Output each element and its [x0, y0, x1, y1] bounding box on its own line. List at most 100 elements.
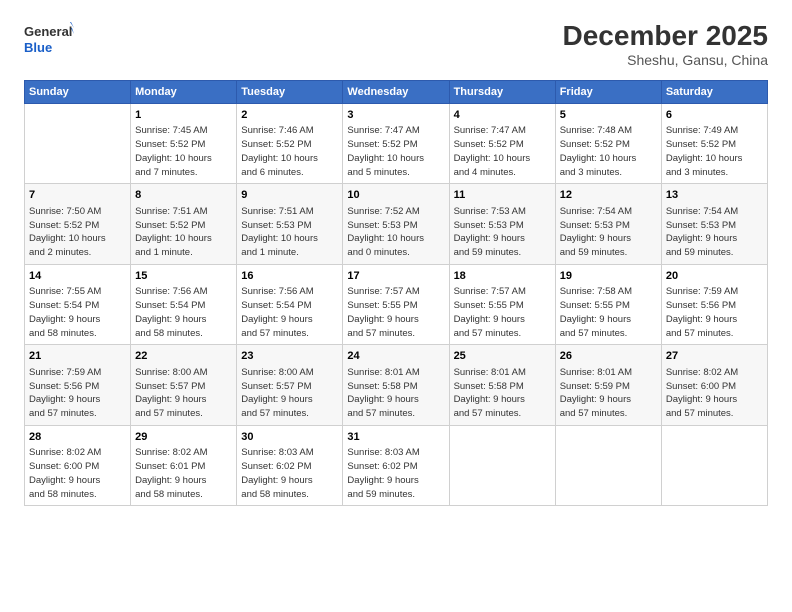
day-info: Sunrise: 7:57 AM Sunset: 5:55 PM Dayligh… — [454, 285, 551, 340]
day-cell — [661, 425, 767, 505]
day-info: Sunrise: 7:59 AM Sunset: 5:56 PM Dayligh… — [29, 366, 126, 421]
day-number: 16 — [241, 269, 338, 284]
day-number: 15 — [135, 269, 232, 284]
day-info: Sunrise: 7:49 AM Sunset: 5:52 PM Dayligh… — [666, 124, 763, 179]
col-header-wednesday: Wednesday — [343, 81, 449, 104]
day-number: 28 — [29, 430, 126, 445]
day-number: 3 — [347, 108, 444, 123]
day-cell: 8 Sunrise: 7:51 AM Sunset: 5:52 PM Daylig… — [131, 184, 237, 264]
day-cell — [555, 425, 661, 505]
day-cell: 26Sunrise: 8:01 AM Sunset: 5:59 PM Dayli… — [555, 345, 661, 425]
day-cell: 31Sunrise: 8:03 AM Sunset: 6:02 PM Dayli… — [343, 425, 449, 505]
day-info: Sunrise: 7:55 AM Sunset: 5:54 PM Dayligh… — [29, 285, 126, 340]
day-number: 6 — [666, 108, 763, 123]
page-header: General Blue December 2025 Sheshu, Gansu… — [24, 20, 768, 68]
day-cell: 21 Sunrise: 7:59 AM Sunset: 5:56 PM Dayli… — [25, 345, 131, 425]
day-cell: 23 Sunrise: 8:00 AM Sunset: 5:57 PM Dayli… — [237, 345, 343, 425]
day-info: Sunrise: 7:48 AM Sunset: 5:52 PM Dayligh… — [560, 124, 657, 179]
svg-text:General: General — [24, 24, 72, 39]
day-info: Sunrise: 8:03 AM Sunset: 6:02 PM Dayligh… — [347, 446, 444, 501]
day-number: 1 — [135, 108, 232, 123]
col-header-thursday: Thursday — [449, 81, 555, 104]
week-row-5: 28Sunrise: 8:02 AM Sunset: 6:00 PM Dayli… — [25, 425, 768, 505]
day-number: 8 — [135, 188, 232, 203]
day-info: Sunrise: 7:57 AM Sunset: 5:55 PM Dayligh… — [347, 285, 444, 340]
day-info: Sunrise: 8:01 AM Sunset: 5:58 PM Dayligh… — [347, 366, 444, 421]
day-cell: 5Sunrise: 7:48 AM Sunset: 5:52 PM Daylig… — [555, 104, 661, 184]
day-info: Sunrise: 8:00 AM Sunset: 5:57 PM Dayligh… — [135, 366, 232, 421]
day-info: Sunrise: 7:51 AM Sunset: 5:52 PM Dayligh… — [135, 205, 232, 260]
logo: General Blue — [24, 20, 74, 58]
day-number: 14 — [29, 269, 126, 284]
week-row-3: 14Sunrise: 7:55 AM Sunset: 5:54 PM Dayli… — [25, 264, 768, 344]
day-number: 30 — [241, 430, 338, 445]
day-number: 21 — [29, 349, 126, 364]
day-number: 12 — [560, 188, 657, 203]
day-info: Sunrise: 7:58 AM Sunset: 5:55 PM Dayligh… — [560, 285, 657, 340]
col-header-monday: Monday — [131, 81, 237, 104]
day-number: 27 — [666, 349, 763, 364]
day-info: Sunrise: 7:54 AM Sunset: 5:53 PM Dayligh… — [560, 205, 657, 260]
day-number: 2 — [241, 108, 338, 123]
day-info: Sunrise: 7:56 AM Sunset: 5:54 PM Dayligh… — [241, 285, 338, 340]
day-cell: 18Sunrise: 7:57 AM Sunset: 5:55 PM Dayli… — [449, 264, 555, 344]
day-info: Sunrise: 7:46 AM Sunset: 5:52 PM Dayligh… — [241, 124, 338, 179]
day-cell: 22 Sunrise: 8:00 AM Sunset: 5:57 PM Dayli… — [131, 345, 237, 425]
page-title: December 2025 — [563, 20, 768, 52]
day-cell: 4Sunrise: 7:47 AM Sunset: 5:52 PM Daylig… — [449, 104, 555, 184]
week-row-2: 7Sunrise: 7:50 AM Sunset: 5:52 PM Daylig… — [25, 184, 768, 264]
day-number: 22 — [135, 349, 232, 364]
day-cell: 24 Sunrise: 8:01 AM Sunset: 5:58 PM Dayli… — [343, 345, 449, 425]
day-cell: 19Sunrise: 7:58 AM Sunset: 5:55 PM Dayli… — [555, 264, 661, 344]
day-number: 26 — [560, 349, 657, 364]
svg-text:Blue: Blue — [24, 40, 52, 55]
day-info: Sunrise: 8:03 AM Sunset: 6:02 PM Dayligh… — [241, 446, 338, 501]
day-cell: 10Sunrise: 7:52 AM Sunset: 5:53 PM Dayli… — [343, 184, 449, 264]
day-cell: 13 Sunrise: 7:54 AM Sunset: 5:53 PM Dayli… — [661, 184, 767, 264]
day-cell: 14Sunrise: 7:55 AM Sunset: 5:54 PM Dayli… — [25, 264, 131, 344]
logo-svg: General Blue — [24, 20, 74, 58]
day-info: Sunrise: 8:02 AM Sunset: 6:01 PM Dayligh… — [135, 446, 232, 501]
day-number: 20 — [666, 269, 763, 284]
col-header-saturday: Saturday — [661, 81, 767, 104]
day-number: 24 — [347, 349, 444, 364]
day-number: 18 — [454, 269, 551, 284]
day-cell: 25Sunrise: 8:01 AM Sunset: 5:58 PM Dayli… — [449, 345, 555, 425]
day-cell: 30Sunrise: 8:03 AM Sunset: 6:02 PM Dayli… — [237, 425, 343, 505]
day-number: 13 — [666, 188, 763, 203]
day-number: 19 — [560, 269, 657, 284]
day-number: 4 — [454, 108, 551, 123]
day-cell: 17Sunrise: 7:57 AM Sunset: 5:55 PM Dayli… — [343, 264, 449, 344]
day-number: 11 — [454, 188, 551, 203]
day-number: 17 — [347, 269, 444, 284]
day-number: 9 — [241, 188, 338, 203]
day-info: Sunrise: 8:02 AM Sunset: 6:00 PM Dayligh… — [29, 446, 126, 501]
day-cell: 6Sunrise: 7:49 AM Sunset: 5:52 PM Daylig… — [661, 104, 767, 184]
header-row: SundayMondayTuesdayWednesdayThursdayFrid… — [25, 81, 768, 104]
day-number: 23 — [241, 349, 338, 364]
title-block: December 2025 Sheshu, Gansu, China — [563, 20, 768, 68]
day-info: Sunrise: 7:59 AM Sunset: 5:56 PM Dayligh… — [666, 285, 763, 340]
day-cell: 27Sunrise: 8:02 AM Sunset: 6:00 PM Dayli… — [661, 345, 767, 425]
day-info: Sunrise: 7:47 AM Sunset: 5:52 PM Dayligh… — [454, 124, 551, 179]
day-info: Sunrise: 7:45 AM Sunset: 5:52 PM Dayligh… — [135, 124, 232, 179]
day-info: Sunrise: 7:54 AM Sunset: 5:53 PM Dayligh… — [666, 205, 763, 260]
day-cell — [25, 104, 131, 184]
col-header-sunday: Sunday — [25, 81, 131, 104]
day-cell: 3Sunrise: 7:47 AM Sunset: 5:52 PM Daylig… — [343, 104, 449, 184]
calendar-table: SundayMondayTuesdayWednesdayThursdayFrid… — [24, 80, 768, 506]
day-cell: 1Sunrise: 7:45 AM Sunset: 5:52 PM Daylig… — [131, 104, 237, 184]
week-row-1: 1Sunrise: 7:45 AM Sunset: 5:52 PM Daylig… — [25, 104, 768, 184]
week-row-4: 21 Sunrise: 7:59 AM Sunset: 5:56 PM Dayli… — [25, 345, 768, 425]
day-cell: 29Sunrise: 8:02 AM Sunset: 6:01 PM Dayli… — [131, 425, 237, 505]
day-cell: 12 Sunrise: 7:54 AM Sunset: 5:53 PM Dayli… — [555, 184, 661, 264]
day-number: 7 — [29, 188, 126, 203]
day-info: Sunrise: 7:47 AM Sunset: 5:52 PM Dayligh… — [347, 124, 444, 179]
col-header-tuesday: Tuesday — [237, 81, 343, 104]
day-cell: 20Sunrise: 7:59 AM Sunset: 5:56 PM Dayli… — [661, 264, 767, 344]
day-cell: 7Sunrise: 7:50 AM Sunset: 5:52 PM Daylig… — [25, 184, 131, 264]
day-number: 5 — [560, 108, 657, 123]
day-cell: 9Sunrise: 7:51 AM Sunset: 5:53 PM Daylig… — [237, 184, 343, 264]
day-number: 29 — [135, 430, 232, 445]
day-info: Sunrise: 8:00 AM Sunset: 5:57 PM Dayligh… — [241, 366, 338, 421]
